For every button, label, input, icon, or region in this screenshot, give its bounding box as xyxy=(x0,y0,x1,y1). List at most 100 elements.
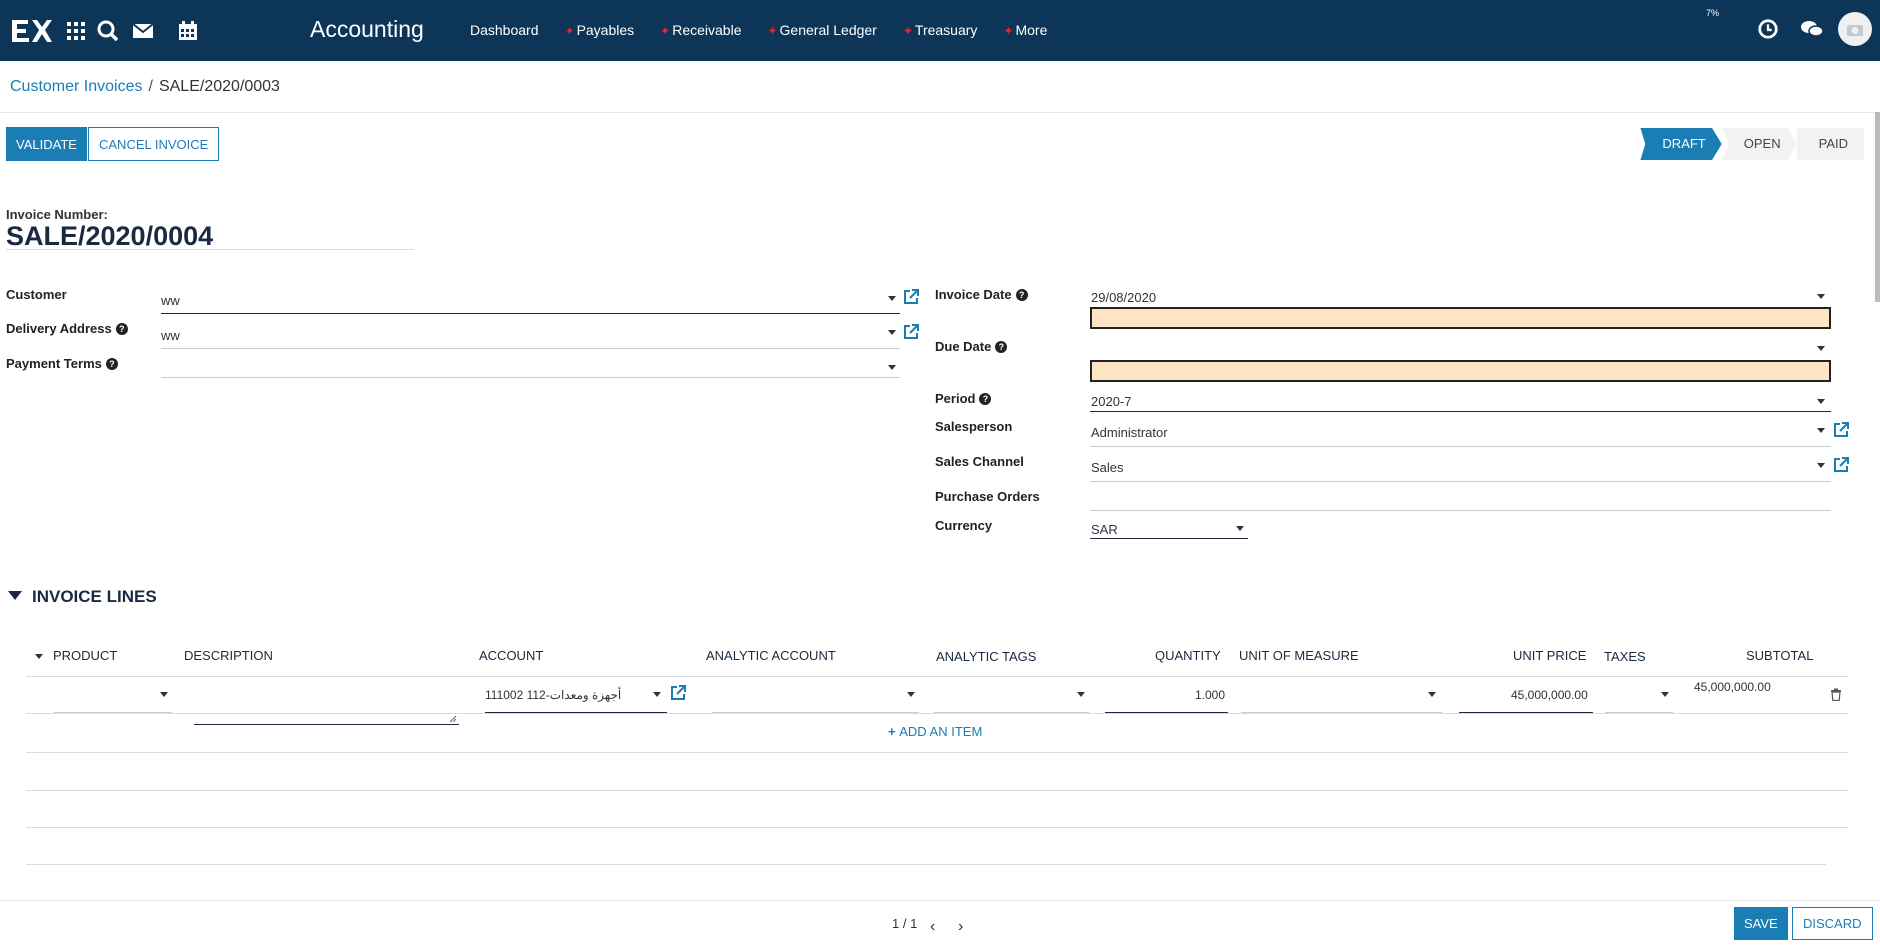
col-unit-price[interactable]: Unit Price xyxy=(1513,648,1586,663)
menu-more[interactable]: ✦ More xyxy=(1003,22,1047,38)
chevron-down-icon[interactable] xyxy=(1817,399,1825,404)
chevron-down-icon[interactable] xyxy=(1077,692,1085,697)
col-account[interactable]: Account xyxy=(479,648,543,663)
menu-dashboard[interactable]: Dashboard xyxy=(470,22,539,38)
chevron-down-icon[interactable] xyxy=(653,692,661,697)
status-open[interactable]: Open xyxy=(1721,128,1797,160)
calendar-icon[interactable] xyxy=(176,19,200,43)
col-analytic-account[interactable]: Analytic Account xyxy=(706,648,836,663)
menu-label: Payables xyxy=(576,22,635,38)
search-icon[interactable] xyxy=(96,19,120,43)
scrollbar[interactable] xyxy=(1875,112,1880,302)
user-avatar[interactable] xyxy=(1838,12,1872,46)
col-analytic-tags[interactable]: Analytic Tags xyxy=(936,649,1036,664)
currency-field[interactable]: SAR xyxy=(1091,522,1118,537)
help-icon[interactable]: ? xyxy=(1015,289,1028,301)
clock-icon[interactable] xyxy=(1757,18,1779,40)
chevron-left-icon[interactable]: ‹ xyxy=(930,918,935,936)
menu-payables[interactable]: ✦ Payables xyxy=(565,22,635,38)
menu-general-ledger[interactable]: ✦ General Ledger xyxy=(767,22,876,38)
chevron-down-icon[interactable] xyxy=(888,330,896,335)
add-item-link[interactable]: + Add an item xyxy=(888,724,982,739)
chevron-down-icon[interactable] xyxy=(1236,526,1244,531)
app-title: Accounting xyxy=(310,16,424,42)
row-divider xyxy=(26,864,1826,865)
chevron-down-icon[interactable] xyxy=(1661,692,1669,697)
external-link-icon[interactable] xyxy=(902,323,920,341)
menu-label: General Ledger xyxy=(779,22,877,38)
delivery-address-field[interactable]: ww xyxy=(161,328,180,343)
subtotal-cell: 45,000,000.00 xyxy=(1694,680,1771,694)
ex-logo-icon[interactable] xyxy=(10,14,56,46)
help-icon[interactable]: ? xyxy=(995,341,1008,353)
validate-button[interactable]: Validate xyxy=(6,127,87,161)
payment-terms-label: Payment Terms? xyxy=(6,356,118,371)
trash-icon[interactable] xyxy=(1830,688,1842,701)
col-product[interactable]: Product xyxy=(53,648,117,663)
invoice-date-label: Invoice Date? xyxy=(935,287,1028,302)
unit-price-cell[interactable]: 45,000,000.00 xyxy=(1511,688,1588,702)
account-cell[interactable]: 111002 112-أجهزة ومعدات xyxy=(485,688,621,702)
discard-button[interactable]: Discard xyxy=(1792,907,1873,940)
breadcrumb: Customer Invoices / SALE/2020/0003 xyxy=(10,78,280,96)
salesperson-label: Salesperson xyxy=(935,419,1013,434)
due-date-required-input[interactable] xyxy=(1090,360,1831,382)
external-link-icon[interactable] xyxy=(1832,456,1850,474)
help-icon[interactable]: ? xyxy=(105,358,118,370)
status-paid[interactable]: Paid xyxy=(1796,128,1864,160)
progress-indicator: 7% xyxy=(1706,8,1720,18)
resize-handle-icon[interactable] xyxy=(449,715,457,723)
chevron-down-icon[interactable] xyxy=(1817,294,1825,299)
period-field[interactable]: 2020-7 xyxy=(1091,394,1131,409)
col-quantity[interactable]: Quantity xyxy=(1155,648,1221,663)
chevron-down-icon[interactable] xyxy=(907,692,915,697)
chevron-down-icon[interactable] xyxy=(1817,463,1825,468)
chevron-down-icon[interactable] xyxy=(1817,346,1825,351)
chat-icon[interactable] xyxy=(1800,18,1824,40)
sales-channel-field[interactable]: Sales xyxy=(1091,460,1124,475)
menu-label: Treasuary xyxy=(914,22,978,38)
sales-channel-underline xyxy=(1090,481,1831,482)
customer-field[interactable]: ww xyxy=(161,293,180,308)
chevron-down-icon[interactable] xyxy=(1428,692,1436,697)
chevron-down-icon[interactable] xyxy=(1817,428,1825,433)
menu-treasuary[interactable]: ✦ Treasuary xyxy=(903,22,978,38)
top-navbar: Accounting Dashboard ✦ Payables ✦ Receivab… xyxy=(0,0,1880,61)
row-divider xyxy=(26,827,1848,828)
currency-label: Currency xyxy=(935,518,993,533)
status-draft[interactable]: Draft xyxy=(1640,128,1722,160)
help-icon[interactable]: ? xyxy=(979,393,992,405)
invoice-lines-header[interactable]: Invoice Lines xyxy=(8,587,157,607)
external-link-icon[interactable] xyxy=(1832,421,1850,439)
col-unit-of-measure[interactable]: Unit of Measure xyxy=(1239,648,1359,663)
period-label: Period? xyxy=(935,391,992,406)
quantity-cell[interactable]: 1.000 xyxy=(1195,688,1225,702)
invoice-date-required-input[interactable] xyxy=(1090,307,1831,329)
row-divider xyxy=(26,713,1848,714)
external-link-icon[interactable] xyxy=(669,684,687,702)
invoice-date-field[interactable]: 29/08/2020 xyxy=(1091,290,1156,305)
col-subtotal[interactable]: Subtotal xyxy=(1746,648,1813,663)
currency-underline xyxy=(1090,538,1248,539)
menu-receivable[interactable]: ✦ Receivable xyxy=(660,22,741,38)
chevron-down-icon[interactable] xyxy=(160,692,168,697)
save-button[interactable]: Save xyxy=(1734,907,1788,940)
chevron-down-icon[interactable] xyxy=(888,296,896,301)
cancel-invoice-button[interactable]: Cancel Invoice xyxy=(88,127,220,161)
collapse-caret-icon xyxy=(8,591,22,600)
section-title: Invoice Lines xyxy=(32,587,157,606)
salesperson-field[interactable]: Administrator xyxy=(1091,425,1168,440)
description-textarea[interactable] xyxy=(194,724,459,725)
col-taxes[interactable]: Taxes xyxy=(1604,649,1646,664)
apps-grid-icon[interactable] xyxy=(64,19,88,43)
chevron-right-icon[interactable]: › xyxy=(958,918,963,936)
col-description[interactable]: Description xyxy=(184,648,273,663)
table-header-divider xyxy=(26,676,1848,677)
help-icon[interactable]: ? xyxy=(115,323,128,335)
mail-icon[interactable] xyxy=(131,19,155,43)
breadcrumb-parent-link[interactable]: Customer Invoices xyxy=(10,78,143,95)
sort-caret-icon[interactable] xyxy=(35,654,43,659)
external-link-icon[interactable] xyxy=(902,288,920,306)
chevron-down-icon[interactable] xyxy=(888,365,896,370)
purchase-orders-underline xyxy=(1090,510,1831,511)
